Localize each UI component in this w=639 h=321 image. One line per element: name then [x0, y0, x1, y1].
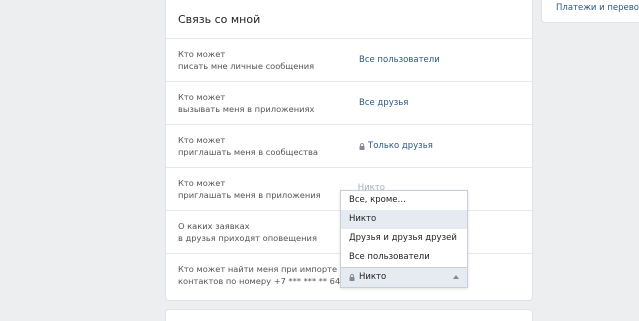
dropdown-current-value[interactable]: Никто	[341, 267, 467, 287]
lock-icon	[349, 274, 355, 281]
lock-icon	[359, 142, 365, 150]
setting-label: Кто может вызывать меня в приложениях	[178, 92, 315, 114]
next-card	[165, 309, 533, 321]
setting-label: Кто может писать мне личные сообщения	[178, 49, 315, 71]
setting-row-calls: Кто может вызывать меня в приложениях Вс…	[166, 82, 532, 125]
payments-link[interactable]: Платежи и переводы	[556, 3, 639, 13]
chevron-up-icon	[453, 275, 459, 279]
card-title: Связь со мной	[166, 0, 532, 39]
dropdown-option[interactable]: Все, кроме…	[341, 191, 467, 210]
dropdown-option[interactable]: Друзья и друзья друзей	[341, 229, 467, 248]
setting-value-link[interactable]: Все пользователи	[348, 55, 440, 65]
setting-value-link[interactable]: Все друзья	[348, 98, 408, 108]
setting-row-messages: Кто может писать мне личные сообщения Вс…	[166, 39, 532, 82]
privacy-dropdown[interactable]: Все, кроме… Никто Друзья и друзья друзей…	[340, 190, 468, 288]
dropdown-option[interactable]: Все пользователи	[341, 248, 467, 267]
setting-label: Кто может приглашать меня в приложения	[178, 178, 321, 200]
right-menu-panel: Платежи и переводы	[541, 0, 639, 23]
setting-label: Кто может найти меня при импорте контакт…	[178, 264, 341, 286]
setting-label: Кто может приглашать меня в сообщества	[178, 135, 318, 157]
setting-value-link[interactable]: Только друзья	[348, 141, 433, 151]
dropdown-option[interactable]: Никто	[341, 210, 467, 229]
setting-row-communities: Кто может приглашать меня в сообщества Т…	[166, 125, 532, 168]
setting-label: О каких заявках в друзья приходят оповещ…	[178, 221, 317, 243]
